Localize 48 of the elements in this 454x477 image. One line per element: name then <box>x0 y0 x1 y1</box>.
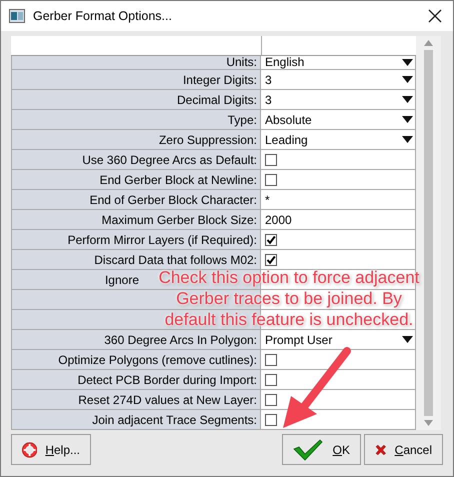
field-label: Reset 274D values at New Layer: <box>11 390 261 410</box>
annotation-text: Check this option to force adjacent Gerber traces to be joined. By default this feature is unchecked. <box>158 267 420 330</box>
field-label: Detect PCB Border during Import: <box>11 370 261 390</box>
dropdown-arrow-icon <box>402 59 413 66</box>
field-label: Type: <box>11 110 261 130</box>
field-label: End of Gerber Block Character: <box>11 190 261 210</box>
close-icon[interactable] <box>428 9 442 23</box>
field-value[interactable]: * <box>265 190 270 208</box>
checkbox[interactable] <box>265 414 277 426</box>
checkmark-icon <box>293 438 323 460</box>
ok-button[interactable]: OK <box>282 434 361 465</box>
field-label: Zero Suppression: <box>11 130 261 150</box>
checkbox[interactable] <box>265 374 277 386</box>
field-label: Integer Digits: <box>11 70 261 90</box>
dropdown[interactable]: English <box>261 56 416 70</box>
dropdown-arrow-icon <box>402 96 413 103</box>
checkbox[interactable] <box>265 154 277 166</box>
dropdown[interactable]: 3 <box>261 90 416 110</box>
checkbox[interactable] <box>265 234 277 246</box>
checkbox[interactable] <box>265 254 277 266</box>
window-title: Gerber Format Options... <box>33 8 172 25</box>
app-icon <box>9 9 25 23</box>
checkbox[interactable] <box>265 354 277 366</box>
checkbox[interactable] <box>265 394 277 406</box>
cancel-button[interactable]: Cancel <box>364 434 443 465</box>
dropdown[interactable]: 3 <box>261 70 416 90</box>
field-value[interactable]: 2000 <box>265 210 292 228</box>
scrollbar-thumb[interactable] <box>424 50 433 416</box>
dropdown-arrow-icon <box>402 336 413 343</box>
field-label: Join adjacent Trace Segments: <box>11 410 261 430</box>
field-label: Units: <box>11 56 261 70</box>
field-label: Perform Mirror Layers (if Required): <box>11 230 261 250</box>
dropdown-arrow-icon <box>402 76 413 83</box>
lifebuoy-icon <box>22 440 38 458</box>
field-label: Maximum Gerber Block Size: <box>11 210 261 230</box>
dropdown-arrow-icon <box>402 136 413 143</box>
dropdown-arrow-icon <box>402 116 413 123</box>
dropdown[interactable]: Absolute <box>261 110 416 130</box>
dropdown[interactable]: Leading <box>261 130 416 150</box>
field-label: Discard Data that follows M02: <box>11 250 261 270</box>
field-label: Decimal Digits: <box>11 90 261 110</box>
checkbox[interactable] <box>265 174 277 186</box>
field-label: 360 Degree Arcs In Polygon: <box>11 330 261 350</box>
field-label: Use 360 Degree Arcs as Default: <box>11 150 261 170</box>
help-button[interactable]: Help... <box>11 434 91 465</box>
dropdown[interactable]: Prompt User <box>261 330 416 350</box>
field-label: Optimize Polygons (remove cutlines): <box>11 350 261 370</box>
field-label: End Gerber Block at Newline: <box>11 170 261 190</box>
